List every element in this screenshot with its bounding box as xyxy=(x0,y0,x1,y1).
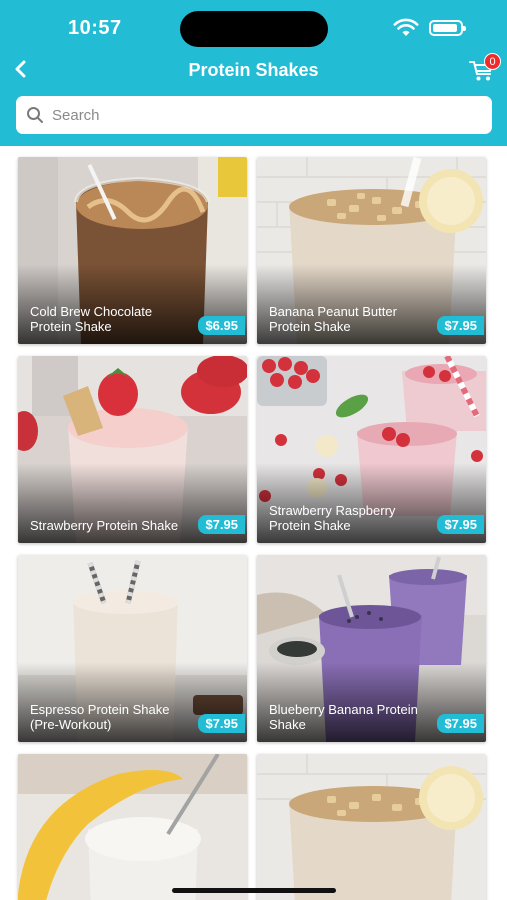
product-card[interactable] xyxy=(257,754,486,900)
status-time: 10:57 xyxy=(68,17,122,39)
product-price: $7.95 xyxy=(437,714,484,733)
product-card[interactable]: Banana Peanut Butter Protein Shake $7.95 xyxy=(257,157,486,344)
home-indicator[interactable] xyxy=(172,888,336,893)
cart-button[interactable]: 0 xyxy=(468,53,502,82)
battery-icon xyxy=(429,20,466,36)
product-name: Strawberry Protein Shake xyxy=(30,518,179,533)
product-price: $7.95 xyxy=(437,515,484,534)
product-price: $7.95 xyxy=(198,515,245,534)
product-name: Banana Peanut Butter Protein Shake xyxy=(269,304,397,334)
product-card[interactable]: Blueberry Banana Protein Shake $7.95 xyxy=(257,555,486,742)
product-name: Strawberry Raspberry Protein Shake xyxy=(269,503,396,533)
product-price: $6.95 xyxy=(198,316,245,335)
product-card[interactable]: Cold Brew Chocolate Protein Shake $6.95 xyxy=(18,157,247,344)
product-grid: Cold Brew Chocolate Protein Shake $6.95 xyxy=(18,157,488,900)
product-price: $7.95 xyxy=(437,316,484,335)
product-name: Espresso Protein Shake (Pre-Workout) xyxy=(30,702,170,732)
search-icon xyxy=(27,107,43,123)
search-bar[interactable] xyxy=(16,96,492,134)
product-price: $7.95 xyxy=(198,714,245,733)
page-title: Protein Shakes xyxy=(188,60,319,80)
cart-count-badge: 0 xyxy=(484,53,501,70)
product-name: Blueberry Banana Protein Shake xyxy=(269,702,418,732)
product-name: Cold Brew Chocolate Protein Shake xyxy=(30,304,153,334)
app-header: 10:57 Protein Shakes 0 xyxy=(0,0,507,146)
product-card[interactable]: Strawberry Protein Shake $7.95 xyxy=(18,356,247,543)
product-card[interactable] xyxy=(18,754,247,900)
product-card[interactable]: Strawberry Raspberry Protein Shake $7.95 xyxy=(257,356,486,543)
product-card[interactable]: Espresso Protein Shake (Pre-Workout) $7.… xyxy=(18,555,247,742)
search-input[interactable] xyxy=(52,106,472,124)
product-image-peanut-butter xyxy=(257,754,486,900)
dynamic-island xyxy=(180,11,328,47)
product-image-banana xyxy=(18,754,247,900)
back-button[interactable] xyxy=(8,56,34,82)
chevron-left-icon xyxy=(15,60,26,78)
wifi-icon xyxy=(393,18,419,36)
